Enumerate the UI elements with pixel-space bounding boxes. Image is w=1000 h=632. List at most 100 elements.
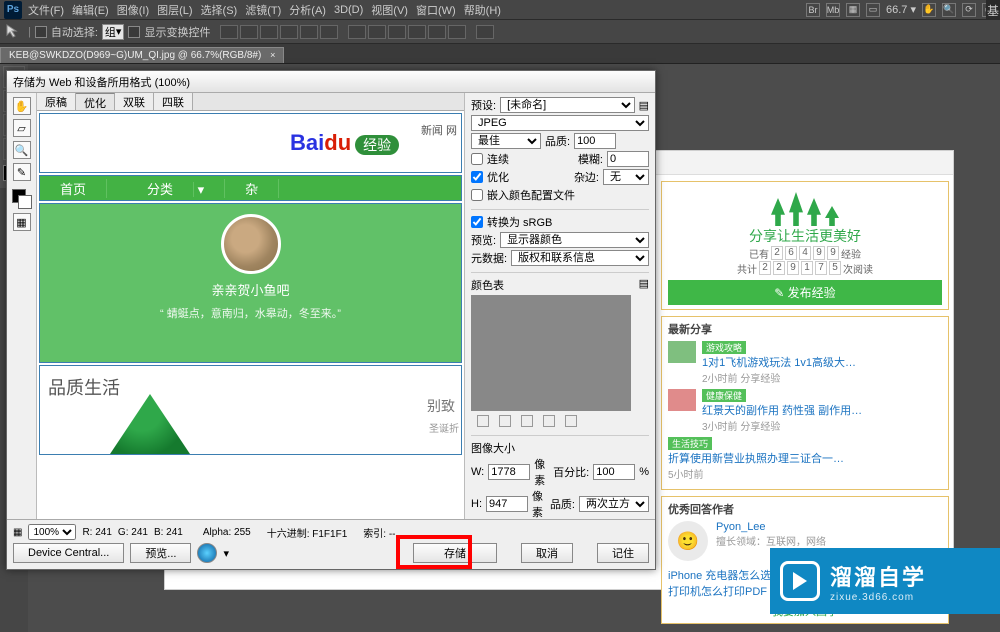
author-name[interactable]: Pyon_Lee: [716, 521, 826, 533]
color-table[interactable]: [471, 295, 631, 411]
preset-select[interactable]: [未命名]: [500, 97, 635, 113]
ct-tool-icon[interactable]: [521, 415, 533, 427]
arrange-docs-icon[interactable]: ▭: [866, 3, 880, 17]
ct-tool-icon[interactable]: [477, 415, 489, 427]
blur-label: 模糊:: [578, 151, 603, 167]
device-central-button[interactable]: Device Central...: [13, 543, 124, 563]
auto-align-icon[interactable]: [476, 25, 494, 39]
percent-input[interactable]: [593, 464, 635, 480]
quality-preset-select[interactable]: 最佳: [471, 133, 541, 149]
author-avatar[interactable]: 🙂: [668, 521, 708, 561]
metadata-select[interactable]: 版权和联系信息: [511, 250, 649, 266]
menu-select[interactable]: 选择(S): [201, 2, 238, 18]
cancel-button[interactable]: 取消: [521, 543, 573, 563]
nav-misc[interactable]: 杂: [225, 179, 279, 198]
embed-profile-checkbox[interactable]: [471, 189, 483, 201]
share-item[interactable]: 游戏攻略 1对1飞机游戏玩法 1v1高级大… 2小时前 分享经验: [668, 341, 942, 385]
tab-optimized[interactable]: 优化: [76, 93, 115, 110]
dist-5-icon[interactable]: [428, 25, 446, 39]
zoom-readout[interactable]: 66.7 ▾: [886, 3, 916, 16]
view-extras-icon[interactable]: ▦: [846, 3, 860, 17]
menu-image[interactable]: 图像(I): [117, 2, 149, 18]
dist-3-icon[interactable]: [388, 25, 406, 39]
preview-button[interactable]: 预览...: [130, 543, 191, 563]
srgb-checkbox[interactable]: [471, 216, 483, 228]
hand-tool-icon[interactable]: ✋: [13, 97, 31, 115]
menu-3d[interactable]: 3D(D): [334, 4, 363, 16]
share-link[interactable]: 1对1飞机游戏玩法 1v1高级大…: [702, 354, 856, 370]
slice-visibility-icon[interactable]: ▦: [13, 213, 31, 231]
ct-tool-icon[interactable]: [499, 415, 511, 427]
tab-original[interactable]: 原稿: [37, 93, 76, 110]
footer-eyedropper-icon[interactable]: ▦: [13, 527, 22, 538]
preview-mode-select[interactable]: 显示器颜色: [500, 232, 649, 248]
optimized-checkbox[interactable]: [471, 171, 483, 183]
author-meta: 擅长领域：互联网，网络: [716, 533, 826, 548]
nav-category[interactable]: 分类 ▾: [107, 179, 225, 198]
publish-button[interactable]: ✎ 发布经验: [668, 280, 942, 305]
slice-tool-icon[interactable]: ▱: [13, 119, 31, 137]
blur-input[interactable]: [607, 151, 649, 167]
ct-trash-icon[interactable]: [565, 415, 577, 427]
eyedropper-tool-icon[interactable]: ✎: [13, 163, 31, 181]
tab-4up[interactable]: 四联: [154, 93, 193, 110]
menu-file[interactable]: 文件(F): [28, 2, 64, 18]
zoom-tool-icon[interactable]: 🔍: [13, 141, 31, 159]
hand-shortcut-icon[interactable]: ✋: [922, 3, 936, 17]
nav-home[interactable]: 首页: [40, 179, 107, 198]
preset-menu-icon[interactable]: ▤: [639, 99, 649, 112]
menu-help[interactable]: 帮助(H): [464, 2, 501, 18]
quality-input[interactable]: [574, 133, 616, 149]
align-right-icon[interactable]: [320, 25, 338, 39]
autoselect-dropdown[interactable]: 组 ▾: [102, 24, 125, 40]
document-tab-bar: KEB@SWKDZO(D969~G)UM_QI.jpg @ 66.7%(RGB/…: [0, 44, 1000, 64]
menu-window[interactable]: 窗口(W): [416, 2, 456, 18]
ct-tool-icon[interactable]: [543, 415, 555, 427]
align-bottom-icon[interactable]: [260, 25, 278, 39]
share-link[interactable]: 折算使用新营业执照办理三证合一…: [668, 450, 844, 466]
preview-panel: 原稿 优化 双联 四联 新闻 网 Baidu经验 首页 分类 ▾: [37, 93, 465, 569]
align-vmid-icon[interactable]: [240, 25, 258, 39]
share-link[interactable]: 红景天的副作用 药性强 副作用…: [702, 402, 862, 418]
width-input[interactable]: [488, 464, 530, 480]
dist-4-icon[interactable]: [408, 25, 426, 39]
resample-select[interactable]: 两次立方: [579, 496, 649, 512]
close-tab-icon[interactable]: ×: [270, 50, 275, 60]
transform-checkbox[interactable]: [128, 26, 140, 38]
document-tab[interactable]: KEB@SWKDZO(D969~G)UM_QI.jpg @ 66.7%(RGB/…: [0, 47, 284, 63]
height-input[interactable]: [486, 496, 528, 512]
progressive-checkbox[interactable]: [471, 153, 483, 165]
menu-analysis[interactable]: 分析(A): [289, 2, 326, 18]
dist-6-icon[interactable]: [448, 25, 466, 39]
autoselect-checkbox[interactable]: [35, 26, 47, 38]
menu-layer[interactable]: 图层(L): [157, 2, 192, 18]
menu-filter[interactable]: 滤镜(T): [245, 2, 281, 18]
color-table-menu-icon[interactable]: ▤: [639, 277, 649, 290]
dialog-swatch[interactable]: [12, 189, 32, 209]
zoom-shortcut-icon[interactable]: 🔍: [942, 3, 956, 17]
preview-viewport[interactable]: 新闻 网 Baidu经验 首页 分类 ▾ 杂 亲亲贺小鱼吧 “ 蜻蜓点，意南归，…: [37, 111, 464, 519]
rotate-shortcut-icon[interactable]: ⟳: [962, 3, 976, 17]
done-button[interactable]: 记住: [597, 543, 649, 563]
share-item[interactable]: 健康保健 红景天的副作用 药性强 副作用… 3小时前 分享经验: [668, 389, 942, 433]
share-thumb: [668, 389, 696, 411]
dist-2-icon[interactable]: [368, 25, 386, 39]
launch-bridge-icon[interactable]: Br: [806, 3, 820, 17]
align-hmid-icon[interactable]: [300, 25, 318, 39]
align-top-icon[interactable]: [220, 25, 238, 39]
menu-view[interactable]: 视图(V): [371, 2, 408, 18]
format-select[interactable]: JPEG: [471, 115, 649, 131]
align-left-icon[interactable]: [280, 25, 298, 39]
browser-dropdown-icon[interactable]: ▾: [223, 547, 229, 560]
launch-mb-icon[interactable]: Mb: [826, 3, 840, 17]
share-item[interactable]: 生活技巧 折算使用新营业执照办理三证合一… 5小时前: [668, 437, 942, 481]
matte-select[interactable]: 无: [603, 169, 649, 185]
save-button[interactable]: 存储: [413, 543, 497, 563]
footer-zoom-select[interactable]: 100%: [28, 524, 76, 540]
dist-1-icon[interactable]: [348, 25, 366, 39]
right-panel-toggle[interactable]: 基: [986, 0, 1000, 20]
dialog-title-bar[interactable]: 存储为 Web 和设备所用格式 (100%): [7, 71, 655, 93]
menu-edit[interactable]: 编辑(E): [72, 2, 109, 18]
browser-preview-icon[interactable]: [197, 543, 217, 563]
tab-2up[interactable]: 双联: [115, 93, 154, 110]
